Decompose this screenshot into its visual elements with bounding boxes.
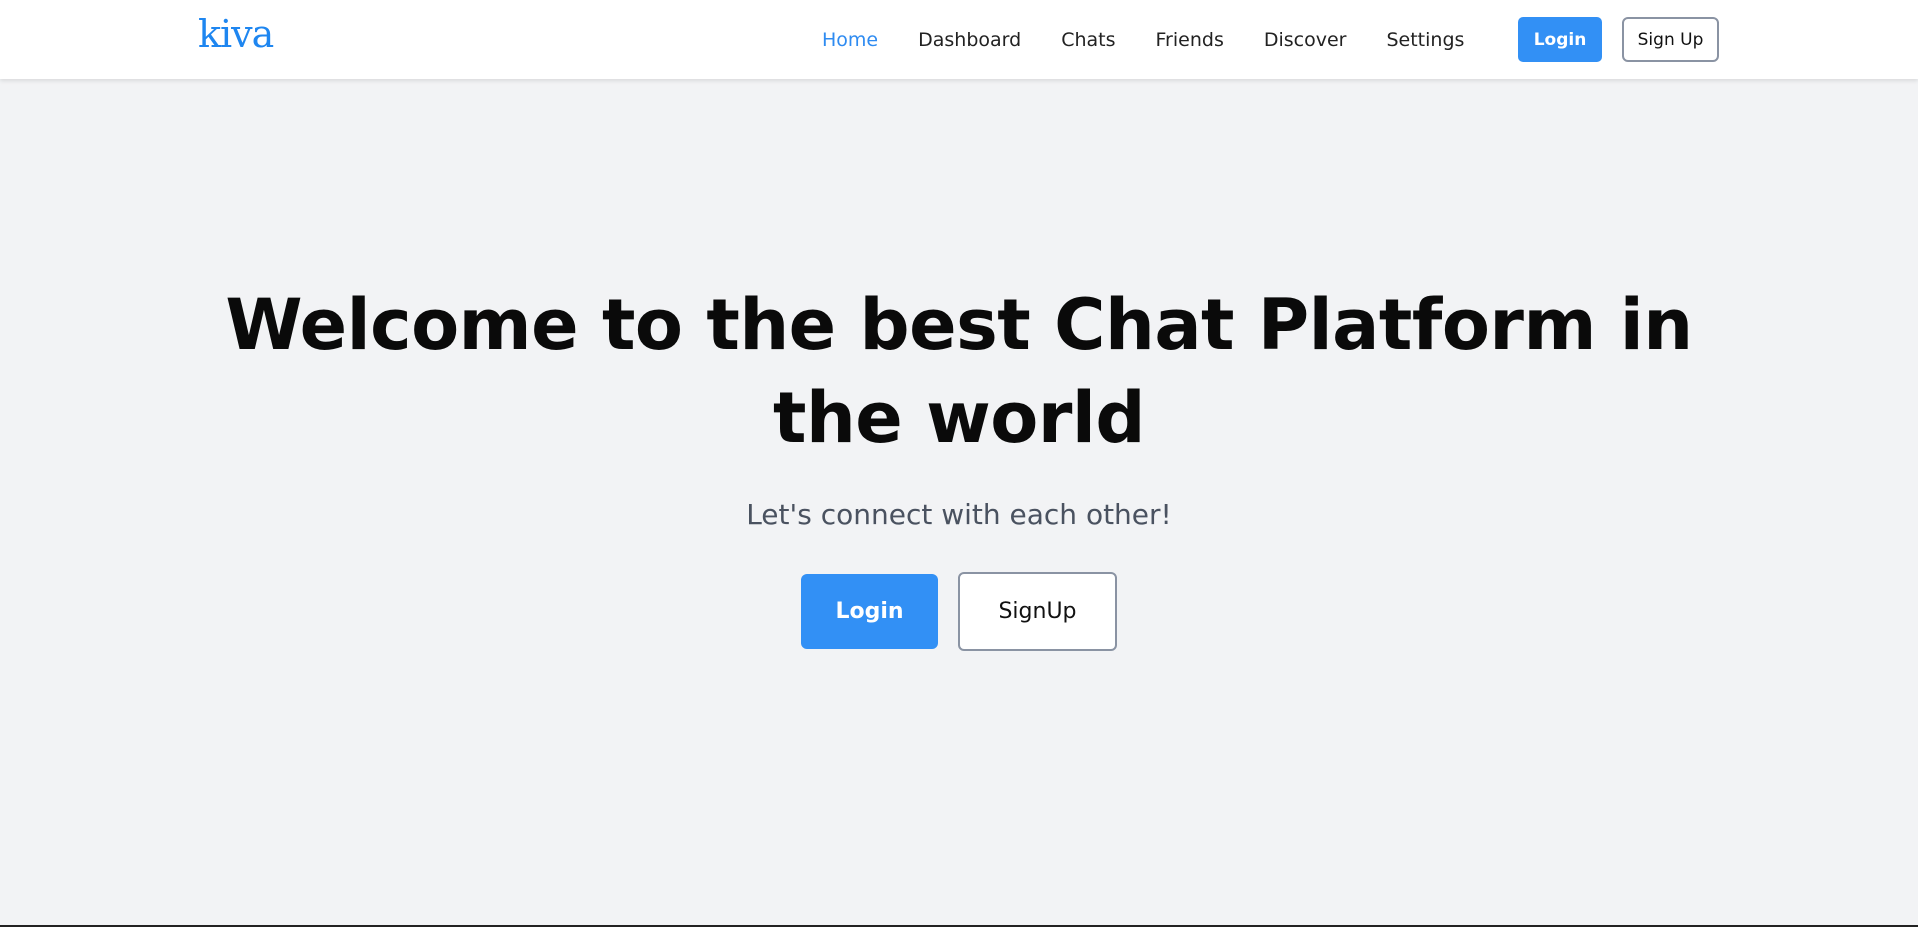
nav-signup-button[interactable]: Sign Up [1622,17,1719,62]
hero-subtitle: Let's connect with each other! [746,498,1172,531]
nav-link-friends[interactable]: Friends [1156,29,1224,51]
nav-link-home[interactable]: Home [822,29,878,51]
hero-signup-button[interactable]: SignUp [958,572,1117,651]
hero-section: Welcome to the best Chat Platform in the… [0,79,1918,926]
nav-links: Home Dashboard Chats Friends Discover Se… [822,0,1464,79]
nav-link-dashboard[interactable]: Dashboard [918,29,1021,51]
nav-link-chats[interactable]: Chats [1061,29,1115,51]
nav-link-settings[interactable]: Settings [1386,29,1464,51]
brand-logo[interactable]: kiva [198,12,274,56]
hero-login-button[interactable]: Login [801,574,938,649]
hero-title: Welcome to the best Chat Platform in the… [225,284,1693,459]
top-navbar: kiva Home Dashboard Chats Friends Discov… [0,0,1918,79]
nav-login-button[interactable]: Login [1518,17,1602,62]
nav-link-discover[interactable]: Discover [1264,29,1347,51]
